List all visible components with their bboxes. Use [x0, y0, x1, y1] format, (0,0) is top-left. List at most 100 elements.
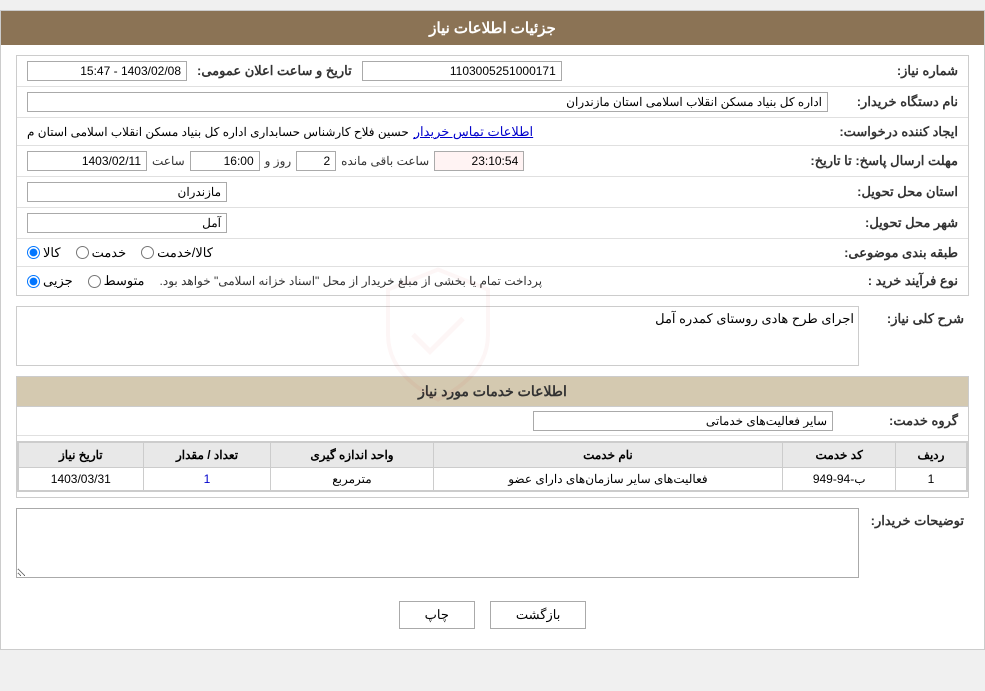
creator-display: حسین فلاح کارشناس حسابداری اداره کل بنیا… — [27, 125, 409, 139]
table-header-row: ردیف کد خدمت نام خدمت واحد اندازه گیری ت… — [19, 443, 967, 468]
col-row: ردیف — [896, 443, 967, 468]
description-box: اجرای طرح هادی روستای کمدره آمل — [16, 306, 859, 366]
purchase-motavaset-radio[interactable] — [88, 275, 101, 288]
description-section: شرح کلی نیاز: اجرای طرح هادی روستای کمدر… — [16, 306, 969, 366]
description-text: اجرای طرح هادی روستای کمدره آمل — [21, 311, 854, 327]
purchase-motavaset[interactable]: متوسط — [88, 273, 145, 289]
deadline-inline: 23:10:54 ساعت باقی مانده 2 روز و 16:00 س… — [27, 151, 800, 171]
purchase-type-value-cell: پرداخت تمام یا بخشی از مبلغ خریدار از مح… — [22, 271, 833, 291]
need-number-label: شماره نیاز: — [833, 61, 963, 81]
category-label: طبقه بندی موضوعی: — [833, 243, 963, 263]
page-header: جزئیات اطلاعات نیاز — [1, 11, 984, 45]
col-code: کد خدمت — [783, 443, 896, 468]
row-code: ب-94-949 — [783, 468, 896, 491]
row-count: 1 — [143, 468, 271, 491]
kala-khedmat-label: کالا/خدمت — [157, 245, 213, 261]
khedmat-label: خدمت — [92, 245, 127, 261]
category-kala-radio[interactable] — [27, 246, 40, 259]
col-count: تعداد / مقدار — [143, 443, 271, 468]
buyer-notes-section: توضیحات خریدار: — [16, 508, 969, 581]
deadline-label: مهلت ارسال پاسخ: تا تاریخ: — [805, 151, 963, 171]
services-table: ردیف کد خدمت نام خدمت واحد اندازه گیری ت… — [18, 442, 967, 491]
remaining-time-display: 23:10:54 — [434, 151, 524, 171]
jozi-label: جزیی — [43, 273, 73, 289]
date-announce-display: 1403/02/08 - 15:47 — [27, 61, 187, 81]
col-date: تاریخ نیاز — [19, 443, 144, 468]
page-title: جزئیات اطلاعات نیاز — [429, 20, 556, 37]
buyer-org-row: نام دستگاه خریدار: اداره کل بنیاد مسکن ا… — [17, 87, 968, 118]
creator-value-cell: اطلاعات تماس خریدار حسین فلاح کارشناس حس… — [22, 122, 833, 142]
deadline-time-display: 16:00 — [190, 151, 260, 171]
purchase-type-row: نوع فرآیند خرید : پرداخت تمام یا بخشی از… — [17, 267, 968, 295]
need-number-inline: 1103005251000171 تاریخ و ساعت اعلان عموم… — [27, 61, 828, 81]
row-service-name: فعالیت‌های سایر سازمان‌های دارای عضو — [433, 468, 783, 491]
need-number-value-cell: 1103005251000171 تاریخ و ساعت اعلان عموم… — [22, 59, 833, 83]
content-area: شماره نیاز: 1103005251000171 تاریخ و ساع… — [1, 45, 984, 649]
purchase-type-radio-group: متوسط جزیی — [27, 273, 145, 289]
deadline-row: مهلت ارسال پاسخ: تا تاریخ: 23:10:54 ساعت… — [17, 146, 968, 177]
purchase-type-note: پرداخت تمام یا بخشی از مبلغ خریدار از مح… — [160, 274, 543, 288]
province-row: استان محل تحویل: مازندران — [17, 177, 968, 208]
category-radio-group: کالا/خدمت خدمت کالا — [27, 245, 213, 261]
service-group-display: سایر فعالیت‌های خدماتی — [533, 411, 833, 431]
buyer-org-label: نام دستگاه خریدار: — [833, 92, 963, 112]
creator-inline: اطلاعات تماس خریدار حسین فلاح کارشناس حس… — [27, 124, 828, 140]
remaining-time-group: 23:10:54 ساعت باقی مانده 2 روز و 16:00 س… — [27, 151, 524, 171]
services-section: اطلاعات خدمات مورد نیاز گروه خدمت: سایر … — [16, 376, 969, 498]
services-title: اطلاعات خدمات مورد نیاز — [17, 377, 968, 407]
day-label: روز و — [265, 154, 292, 168]
city-display: آمل — [27, 213, 227, 233]
motavaset-label: متوسط — [104, 273, 145, 289]
creator-label: ایجاد کننده درخواست: — [833, 122, 963, 142]
buyer-notes-textarea[interactable] — [16, 508, 859, 578]
city-value-cell: آمل — [22, 211, 833, 235]
category-kala-khedmat[interactable]: کالا/خدمت — [141, 245, 213, 261]
services-table-container: ردیف کد خدمت نام خدمت واحد اندازه گیری ت… — [17, 441, 968, 492]
category-value-cell: کالا/خدمت خدمت کالا — [22, 243, 833, 263]
purchase-jozi[interactable]: جزیی — [27, 273, 73, 289]
table-row: 1 ب-94-949 فعالیت‌های سایر سازمان‌های دا… — [19, 468, 967, 491]
province-display: مازندران — [27, 182, 227, 202]
purchase-type-inline: پرداخت تمام یا بخشی از مبلغ خریدار از مح… — [27, 273, 828, 289]
buyer-notes-value-cell — [16, 508, 859, 581]
city-row: شهر محل تحویل: آمل — [17, 208, 968, 239]
page-container: جزئیات اطلاعات نیاز شماره نیاز: 11030052… — [0, 10, 985, 650]
buyer-org-display: اداره کل بنیاد مسکن انقلاب اسلامی استان … — [27, 92, 828, 112]
service-group-value-cell: سایر فعالیت‌های خدماتی — [22, 411, 833, 431]
category-row: طبقه بندی موضوعی: کالا/خدمت خدمت کالا — [17, 239, 968, 267]
print-button[interactable]: چاپ — [399, 601, 475, 629]
col-name: نام خدمت — [433, 443, 783, 468]
col-unit: واحد اندازه گیری — [271, 443, 433, 468]
province-label: استان محل تحویل: — [833, 182, 963, 202]
row-date: 1403/03/31 — [19, 468, 144, 491]
deadline-date-display: 1403/02/11 — [27, 151, 147, 171]
kala-label: کالا — [43, 245, 61, 261]
creator-row: ایجاد کننده درخواست: اطلاعات تماس خریدار… — [17, 118, 968, 146]
city-label: شهر محل تحویل: — [833, 213, 963, 233]
need-number-row: شماره نیاز: 1103005251000171 تاریخ و ساع… — [17, 56, 968, 87]
deadline-day-display: 2 — [296, 151, 336, 171]
deadline-value-cell: 23:10:54 ساعت باقی مانده 2 روز و 16:00 س… — [22, 149, 805, 173]
purchase-jozi-radio[interactable] — [27, 275, 40, 288]
province-value-cell: مازندران — [22, 180, 833, 204]
time-label: ساعت — [152, 154, 185, 168]
contact-link[interactable]: اطلاعات تماس خریدار — [414, 124, 533, 140]
category-khedmat[interactable]: خدمت — [76, 245, 127, 261]
category-khedmat-radio[interactable] — [76, 246, 89, 259]
date-announce-label: تاریخ و ساعت اعلان عمومی: — [192, 61, 357, 81]
service-group-label: گروه خدمت: — [833, 411, 963, 431]
row-number: 1 — [896, 468, 967, 491]
back-button[interactable]: بازگشت — [490, 601, 586, 629]
buyer-notes-label: توضیحات خریدار: — [859, 508, 969, 531]
buyer-org-value-cell: اداره کل بنیاد مسکن انقلاب اسلامی استان … — [22, 90, 833, 114]
need-number-display: 1103005251000171 — [362, 61, 562, 81]
category-kala[interactable]: کالا — [27, 245, 61, 261]
purchase-type-label: نوع فرآیند خرید : — [833, 271, 963, 291]
row-unit: مترمربع — [271, 468, 433, 491]
category-kala-khedmat-radio[interactable] — [141, 246, 154, 259]
remain-label: ساعت باقی مانده — [341, 154, 429, 168]
service-group-row: گروه خدمت: سایر فعالیت‌های خدماتی — [17, 407, 968, 436]
description-label: شرح کلی نیاز: — [859, 306, 969, 329]
buttons-row: بازگشت چاپ — [16, 591, 969, 639]
main-form-section: شماره نیاز: 1103005251000171 تاریخ و ساع… — [16, 55, 969, 296]
